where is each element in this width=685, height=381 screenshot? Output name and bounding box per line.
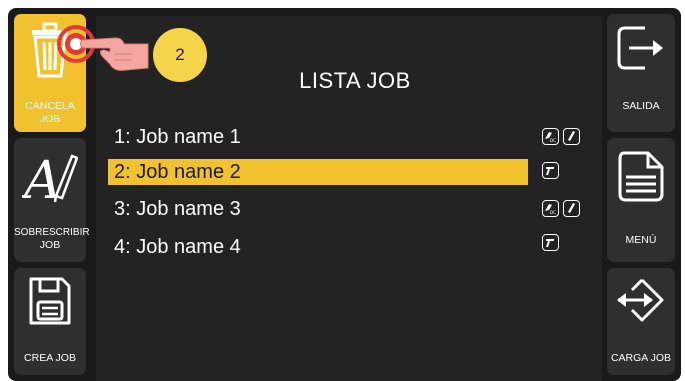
- load-job-label: CARGA JOB: [610, 352, 672, 364]
- create-job-label: CREA JOB: [24, 352, 76, 364]
- svg-text:DC: DC: [550, 138, 556, 143]
- create-job-button[interactable]: CREA JOB: [14, 268, 86, 375]
- exit-label: SALIDA: [622, 100, 660, 112]
- job-row-1[interactable]: 1: Job name 1: [108, 124, 528, 150]
- exit-button[interactable]: SALIDA: [607, 14, 675, 132]
- job-row-4[interactable]: 4: Job name 4: [108, 234, 528, 260]
- job-row-2[interactable]: 2: Job name 2: [108, 159, 528, 185]
- cancel-job-label-line1: CANCELA: [25, 100, 75, 112]
- handwriting-a-pencil-icon: A: [22, 151, 78, 206]
- step-number-badge: 2: [153, 28, 207, 82]
- pencil-icon: [563, 200, 580, 217]
- svg-text:DC: DC: [550, 210, 556, 215]
- cancel-job-label-line2: JOB: [39, 113, 61, 125]
- mig-torch-icon: [542, 234, 559, 251]
- mig-torch-icon: [542, 162, 559, 179]
- exit-arrow-icon: [617, 26, 663, 70]
- load-arrow-diamond-icon: [617, 278, 664, 322]
- device-screen: CANCELA JOB A SOBRESCRIBIR JOB CREA JOB …: [8, 8, 681, 381]
- overwrite-job-button[interactable]: A SOBRESCRIBIR JOB: [14, 138, 90, 262]
- floppy-disk-icon: [29, 277, 71, 325]
- document-icon: [618, 151, 664, 202]
- load-job-button[interactable]: CARGA JOB: [607, 268, 675, 375]
- job-row-3[interactable]: 3: Job name 3: [108, 196, 528, 222]
- stick-electrode-dc-icon: DC: [542, 128, 559, 145]
- overwrite-job-label-line2: JOB: [39, 239, 61, 251]
- stick-electrode-dc-icon: DC: [542, 200, 559, 217]
- pencil-icon: [563, 128, 580, 145]
- menu-label: MENÚ: [625, 234, 657, 246]
- overwrite-job-label-line1: SOBRESCRIBIR: [14, 227, 90, 238]
- menu-button[interactable]: MENÚ: [607, 138, 675, 262]
- tapping-hand-icon: [57, 25, 149, 71]
